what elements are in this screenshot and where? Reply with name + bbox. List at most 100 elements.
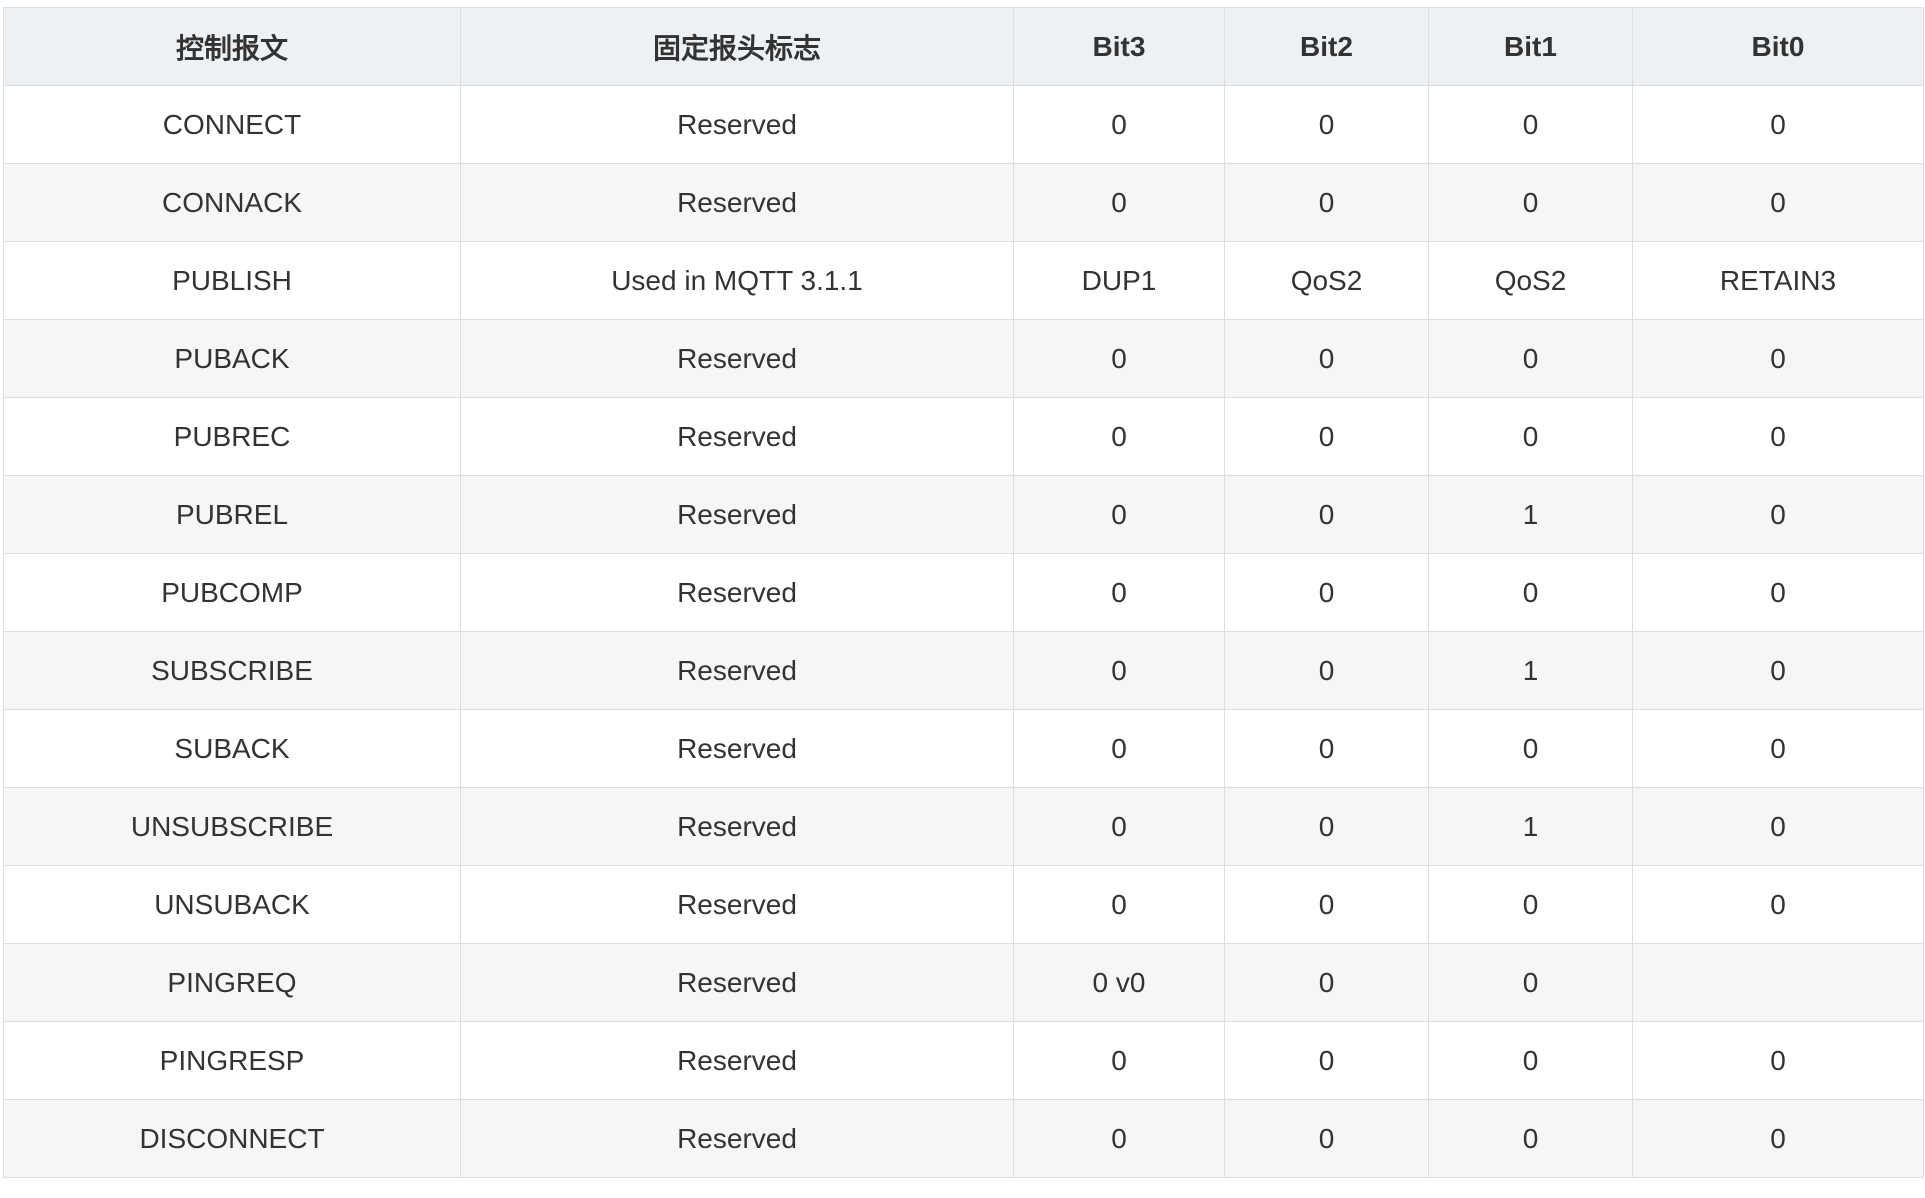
- cell-bit0: 0: [1632, 85, 1924, 164]
- cell-bit2: 0: [1224, 865, 1429, 944]
- header-cell-bit3: Bit3: [1013, 7, 1225, 86]
- table-row: CONNACK Reserved 0 0 0 0: [3, 163, 1924, 242]
- cell-bit0: 0: [1632, 787, 1924, 866]
- cell-control-packet: DISCONNECT: [3, 1099, 461, 1178]
- table-row: SUBSCRIBE Reserved 0 0 1 0: [3, 631, 1924, 710]
- header-cell-bit2: Bit2: [1224, 7, 1429, 86]
- cell-control-packet: PUBCOMP: [3, 553, 461, 632]
- cell-bit1: 1: [1428, 475, 1633, 554]
- cell-fixed-header-flags: Reserved: [460, 163, 1014, 242]
- cell-bit3: DUP1: [1013, 241, 1225, 320]
- table-row: UNSUBSCRIBE Reserved 0 0 1 0: [3, 787, 1924, 866]
- cell-bit2: 0: [1224, 553, 1429, 632]
- cell-bit0: 0: [1632, 475, 1924, 554]
- cell-fixed-header-flags: Reserved: [460, 1099, 1014, 1178]
- cell-bit3: 0: [1013, 1099, 1225, 1178]
- cell-fixed-header-flags: Reserved: [460, 943, 1014, 1022]
- cell-bit3: 0: [1013, 787, 1225, 866]
- table-row: PUBREC Reserved 0 0 0 0: [3, 397, 1924, 476]
- cell-bit3: 0: [1013, 865, 1225, 944]
- table-body: CONNECT Reserved 0 0 0 0 CONNACK Reserved 0 0 0 0 PU…: [3, 85, 1924, 1178]
- cell-fixed-header-flags: Reserved: [460, 397, 1014, 476]
- cell-bit0: 0: [1632, 397, 1924, 476]
- mqtt-fixed-header-flags-table: 控制报文 固定报头标志 Bit3 Bit2 Bit1 Bit0 CONNECT R…: [3, 7, 1924, 1178]
- cell-fixed-header-flags: Reserved: [460, 865, 1014, 944]
- cell-bit2: 0: [1224, 319, 1429, 398]
- cell-bit1: 0: [1428, 943, 1633, 1022]
- cell-bit0: 0: [1632, 319, 1924, 398]
- cell-bit2: 0: [1224, 475, 1429, 554]
- cell-bit2: 0: [1224, 631, 1429, 710]
- cell-bit0: 0: [1632, 631, 1924, 710]
- cell-control-packet: PINGREQ: [3, 943, 461, 1022]
- cell-bit1: 0: [1428, 85, 1633, 164]
- cell-bit3: 0: [1013, 85, 1225, 164]
- cell-bit2: 0: [1224, 163, 1429, 242]
- cell-bit1: 0: [1428, 1021, 1633, 1100]
- cell-bit1: 0: [1428, 163, 1633, 242]
- cell-fixed-header-flags: Reserved: [460, 475, 1014, 554]
- cell-fixed-header-flags: Reserved: [460, 85, 1014, 164]
- cell-bit2: 0: [1224, 1099, 1429, 1178]
- cell-bit0: RETAIN3: [1632, 241, 1924, 320]
- cell-bit3: 0: [1013, 163, 1225, 242]
- cell-control-packet: PUBREC: [3, 397, 461, 476]
- cell-bit1: 0: [1428, 709, 1633, 788]
- cell-bit1: 0: [1428, 319, 1633, 398]
- cell-bit3: 0: [1013, 319, 1225, 398]
- cell-control-packet: PUBREL: [3, 475, 461, 554]
- cell-bit2: 0: [1224, 397, 1429, 476]
- table-row: PUBACK Reserved 0 0 0 0: [3, 319, 1924, 398]
- table-header: 控制报文 固定报头标志 Bit3 Bit2 Bit1 Bit0: [3, 7, 1924, 86]
- header-cell-bit1: Bit1: [1428, 7, 1633, 86]
- cell-bit1: 0: [1428, 553, 1633, 632]
- cell-bit0: 0: [1632, 163, 1924, 242]
- table-row: PINGREQ Reserved 0 v0 0 0: [3, 943, 1924, 1022]
- cell-fixed-header-flags: Reserved: [460, 631, 1014, 710]
- cell-control-packet: SUBSCRIBE: [3, 631, 461, 710]
- cell-bit2: QoS2: [1224, 241, 1429, 320]
- cell-fixed-header-flags: Reserved: [460, 709, 1014, 788]
- cell-bit1: 1: [1428, 631, 1633, 710]
- header-cell-control-packet: 控制报文: [3, 7, 461, 86]
- cell-bit3: 0: [1013, 1021, 1225, 1100]
- header-cell-fixed-header-flags: 固定报头标志: [460, 7, 1014, 86]
- mqtt-fixed-header-flags-table-wrapper: 控制报文 固定报头标志 Bit3 Bit2 Bit1 Bit0 CONNECT R…: [3, 7, 1924, 1178]
- table-row: CONNECT Reserved 0 0 0 0: [3, 85, 1924, 164]
- cell-bit3: 0: [1013, 475, 1225, 554]
- cell-control-packet: CONNECT: [3, 85, 461, 164]
- cell-control-packet: PINGRESP: [3, 1021, 461, 1100]
- table-row: PUBLISH Used in MQTT 3.1.1 DUP1 QoS2 QoS2 RET…: [3, 241, 1924, 320]
- header-row: 控制报文 固定报头标志 Bit3 Bit2 Bit1 Bit0: [3, 7, 1924, 86]
- cell-bit3: 0: [1013, 553, 1225, 632]
- table-row: PUBREL Reserved 0 0 1 0: [3, 475, 1924, 554]
- cell-bit1: 1: [1428, 787, 1633, 866]
- cell-bit0: 0: [1632, 865, 1924, 944]
- cell-fixed-header-flags: Reserved: [460, 787, 1014, 866]
- table-row: UNSUBACK Reserved 0 0 0 0: [3, 865, 1924, 944]
- cell-bit0: 0: [1632, 1021, 1924, 1100]
- cell-bit3: 0: [1013, 709, 1225, 788]
- table-row: PUBCOMP Reserved 0 0 0 0: [3, 553, 1924, 632]
- cell-bit1: 0: [1428, 1099, 1633, 1178]
- cell-bit2: 0: [1224, 943, 1429, 1022]
- cell-control-packet: CONNACK: [3, 163, 461, 242]
- cell-bit2: 0: [1224, 1021, 1429, 1100]
- cell-bit3: 0 v0: [1013, 943, 1225, 1022]
- cell-bit2: 0: [1224, 85, 1429, 164]
- cell-control-packet: SUBACK: [3, 709, 461, 788]
- cell-bit1: 0: [1428, 865, 1633, 944]
- cell-fixed-header-flags: Reserved: [460, 553, 1014, 632]
- table-row: DISCONNECT Reserved 0 0 0 0: [3, 1099, 1924, 1178]
- table-row: SUBACK Reserved 0 0 0 0: [3, 709, 1924, 788]
- cell-bit0: [1632, 943, 1924, 1022]
- cell-bit0: 0: [1632, 1099, 1924, 1178]
- cell-bit0: 0: [1632, 553, 1924, 632]
- cell-bit1: QoS2: [1428, 241, 1633, 320]
- cell-control-packet: PUBLISH: [3, 241, 461, 320]
- cell-bit3: 0: [1013, 631, 1225, 710]
- cell-fixed-header-flags: Used in MQTT 3.1.1: [460, 241, 1014, 320]
- cell-bit3: 0: [1013, 397, 1225, 476]
- cell-control-packet: UNSUBACK: [3, 865, 461, 944]
- cell-bit2: 0: [1224, 709, 1429, 788]
